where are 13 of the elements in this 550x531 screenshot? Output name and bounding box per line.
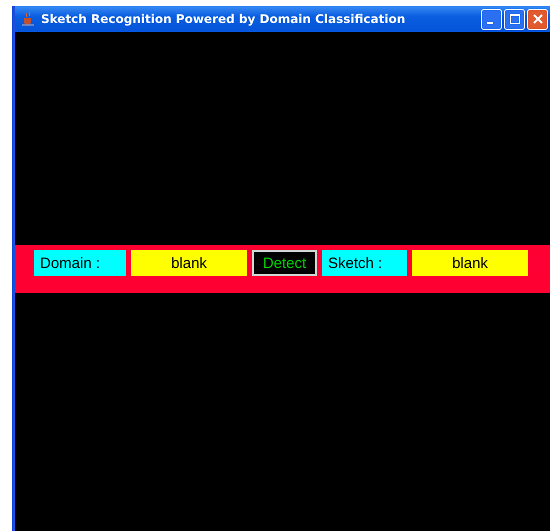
maximize-button[interactable] [504, 8, 525, 30]
detect-button[interactable]: Detect [252, 250, 317, 276]
sketch-label: Sketch : [322, 250, 407, 276]
minimize-icon [486, 22, 492, 24]
domain-label: Domain : [34, 250, 126, 276]
minimize-button[interactable] [481, 8, 502, 30]
sketch-value: blank [412, 250, 528, 276]
domain-value: blank [131, 250, 247, 276]
close-button[interactable] [527, 8, 548, 30]
cup-icon [21, 11, 35, 27]
maximize-icon [510, 14, 520, 24]
close-icon [532, 14, 542, 24]
window-title: Sketch Recognition Powered by Domain Classification [41, 12, 406, 26]
